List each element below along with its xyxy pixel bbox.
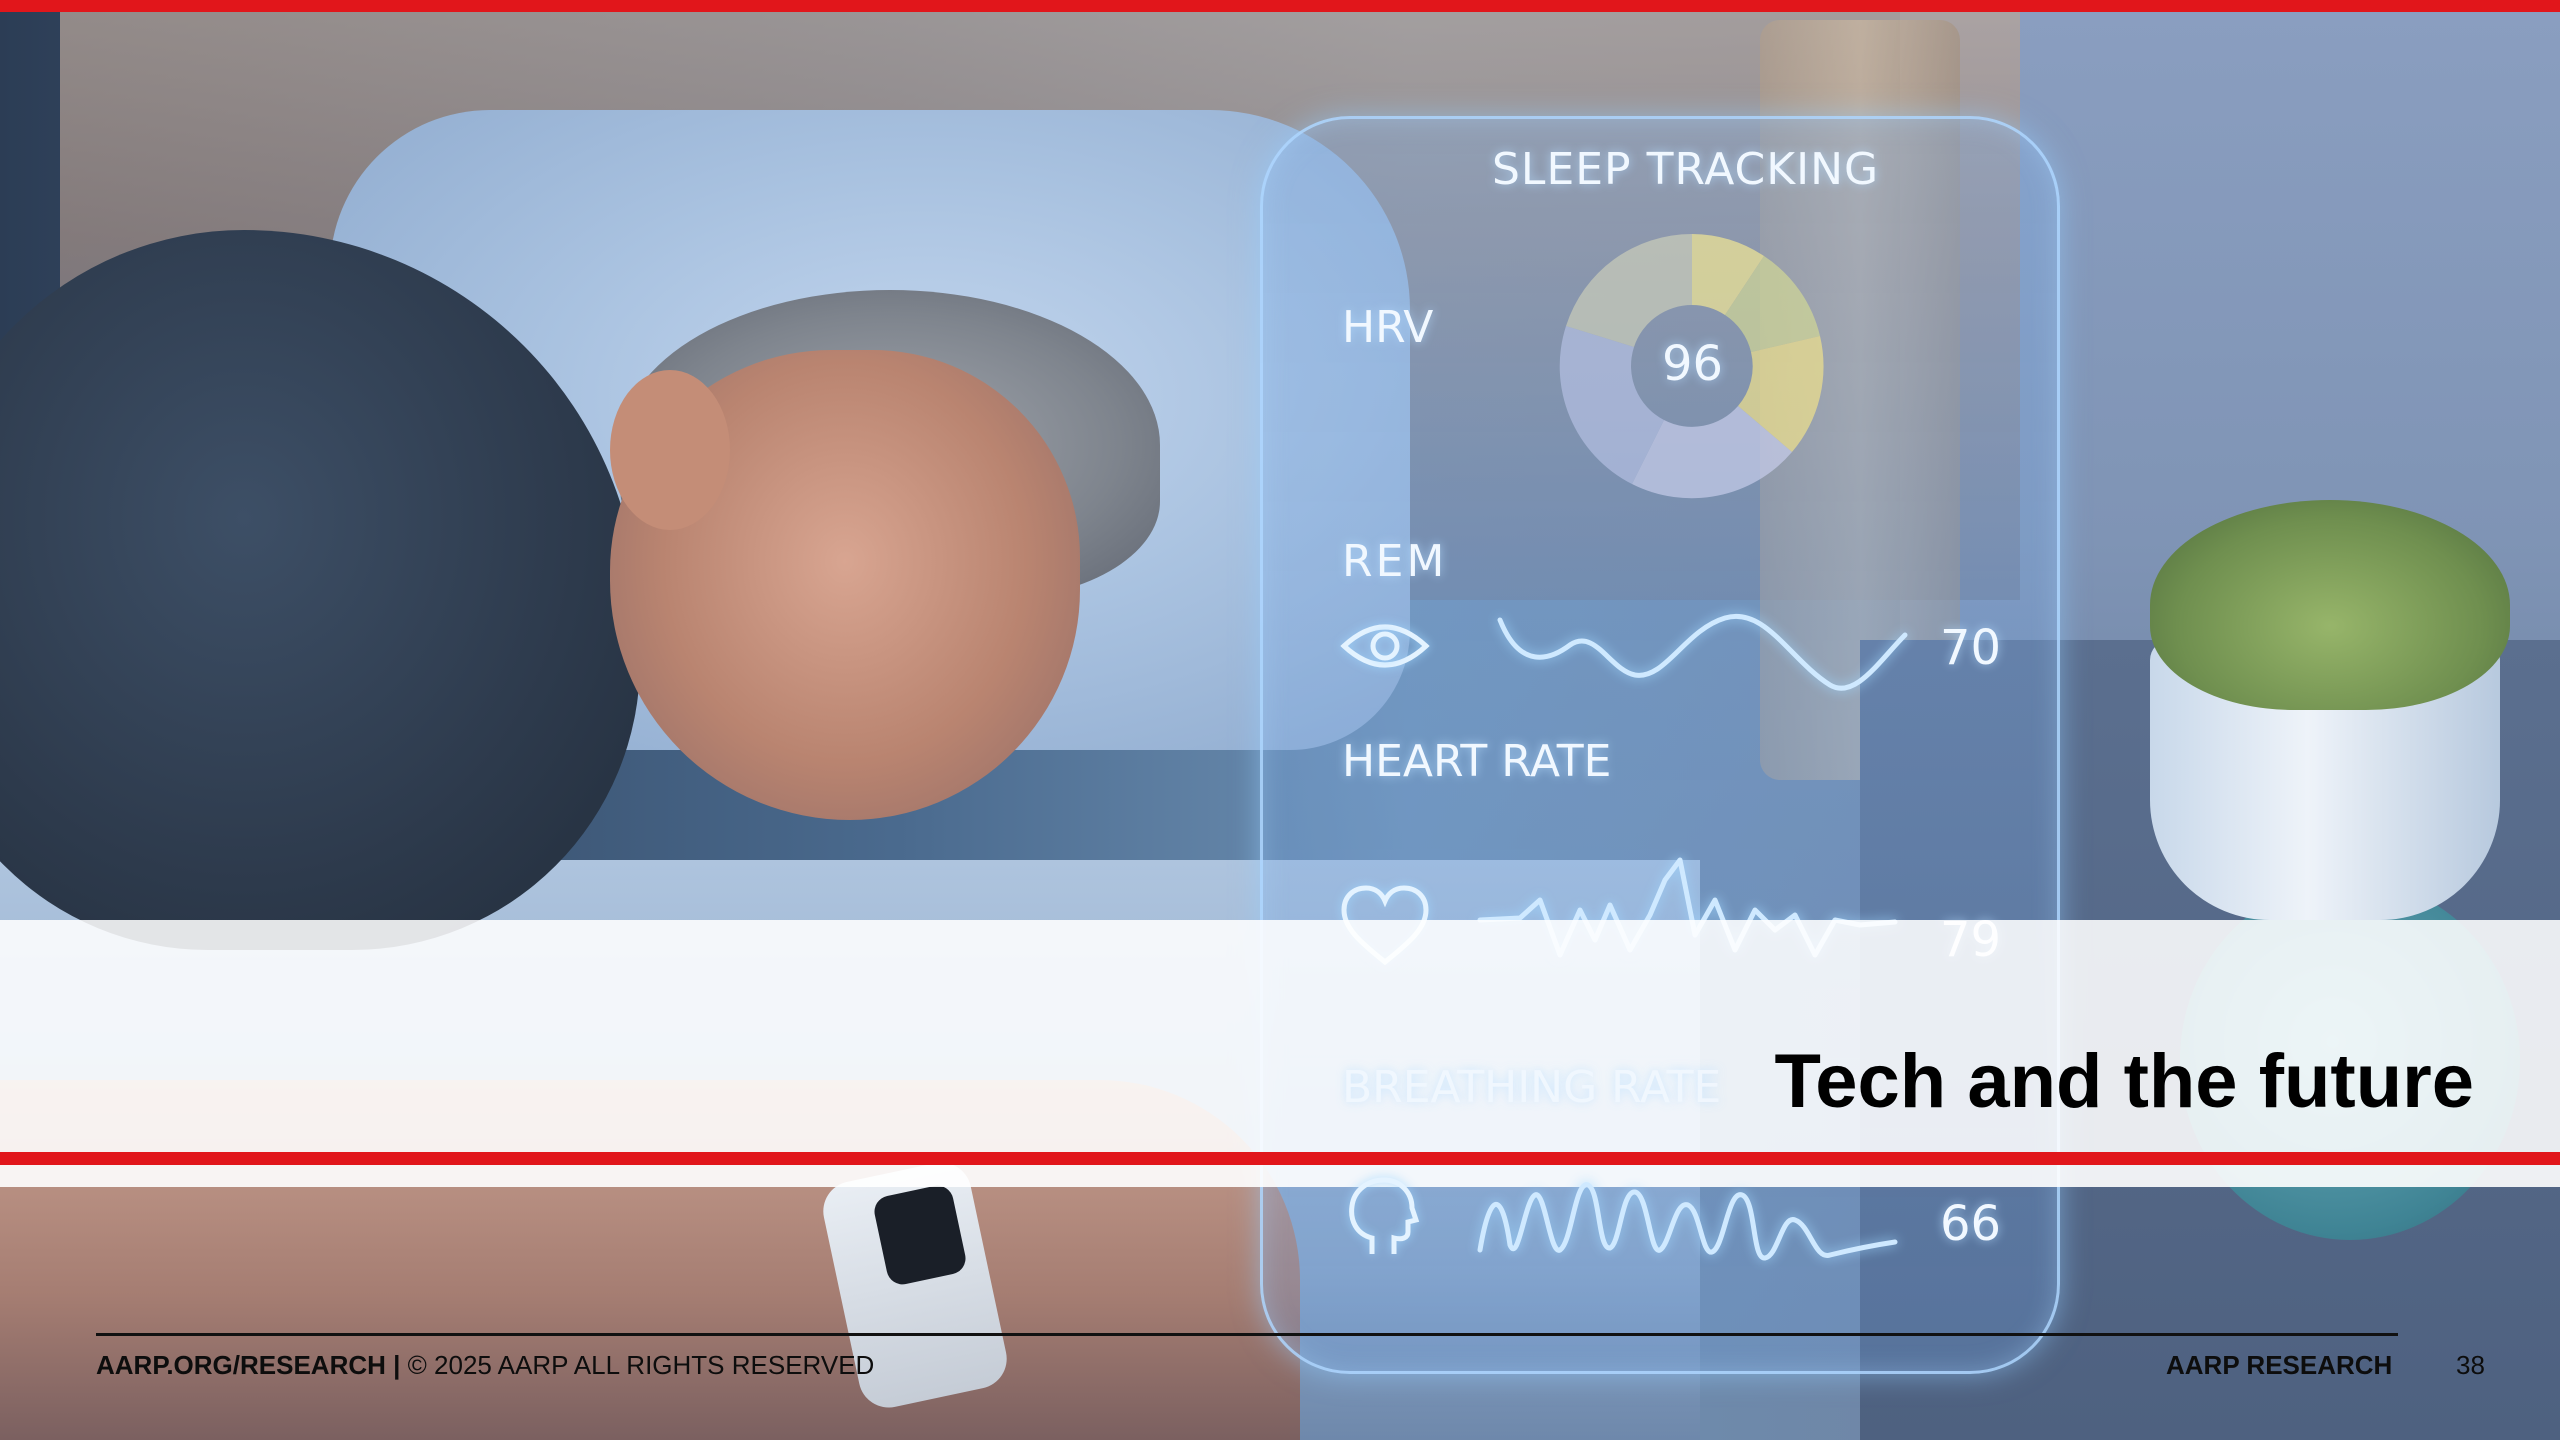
- rem-value: 70: [1940, 620, 2002, 676]
- breathing-rate-label: BREATHING RATE: [1342, 1062, 1722, 1113]
- hrv-label: HRV: [1342, 302, 1434, 353]
- breathing-rate-wave: [1477, 1182, 1898, 1261]
- hrv-value: 96: [1662, 336, 1724, 392]
- footer-brand: AARP RESEARCH: [2166, 1350, 2393, 1380]
- title-white-rule: [0, 1165, 2560, 1187]
- sleeping-man-ear: [610, 370, 730, 530]
- footer-copyright-text: © 2025 AARP ALL RIGHTS RESERVED: [407, 1350, 875, 1380]
- footer-site-link[interactable]: AARP.ORG/RESEARCH: [96, 1350, 386, 1380]
- top-accent-bar: [0, 0, 2560, 12]
- donut-segment: [1566, 233, 1692, 347]
- rem-label: REM: [1342, 536, 1448, 587]
- breathing-rate-value: 66: [1940, 1196, 2002, 1252]
- page-number: 38: [2456, 1350, 2485, 1380]
- footer-rule: [96, 1333, 2398, 1336]
- heart-rate-label: HEART RATE: [1342, 736, 1612, 787]
- eye-icon: [1340, 624, 1430, 668]
- footer-copyright: AARP.ORG/RESEARCH | © 2025 AARP ALL RIGH…: [96, 1350, 874, 1381]
- footer-separator: |: [385, 1350, 408, 1380]
- head-profile-icon: [1349, 1177, 1420, 1254]
- succulent-plant: [2150, 500, 2510, 710]
- slide-title: Tech and the future: [1774, 1039, 2474, 1124]
- title-red-rule: [0, 1152, 2560, 1165]
- rem-wave: [1497, 613, 1908, 691]
- panel-title: SLEEP TRACKING: [1492, 144, 1880, 195]
